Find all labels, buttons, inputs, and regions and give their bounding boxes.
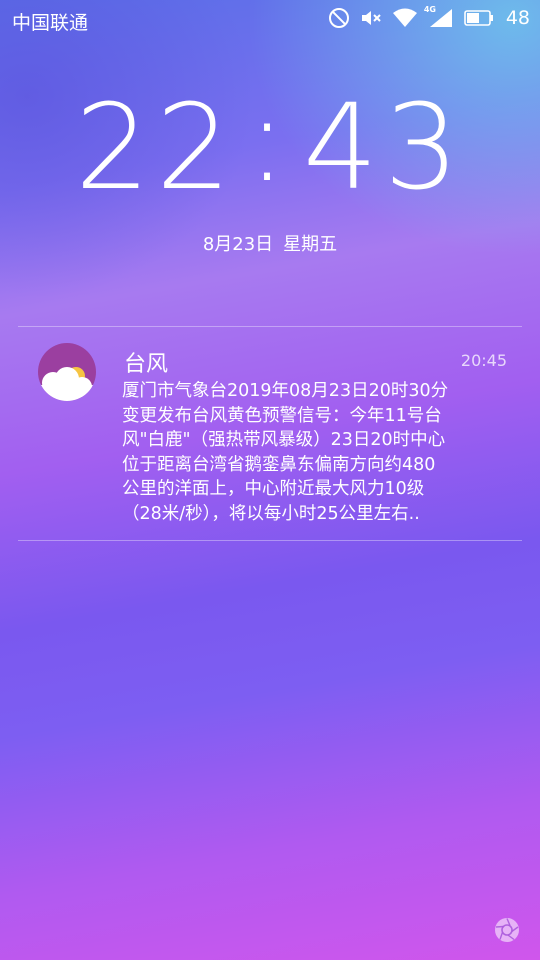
wifi-icon [392, 8, 417, 27]
date-text: 8月23日 [202, 234, 274, 255]
divider-bottom [18, 540, 522, 541]
lockscreen-date: 8月23日 星期五 [0, 230, 540, 256]
status-icons: 4G 48 [328, 5, 530, 29]
weekday-text: 星期五 [283, 234, 338, 255]
notification-body-line: 公里的洋面上，中心附近最大风力10级 [122, 479, 425, 499]
notification-time: 20:45 [460, 351, 507, 370]
battery-icon [464, 10, 493, 26]
notification-body-line: 位于距离台湾省鹅銮鼻东偏南方向约480 [122, 454, 436, 475]
signal-icon: 4G [424, 5, 454, 28]
status-bar: 中国联通 4G 48 [0, 0, 540, 38]
notification-body-line: （28米/秒），将以每小时25公里左右.. [122, 503, 420, 524]
clock-separator: : [247, 70, 293, 208]
clock-hour: 22 [74, 78, 238, 216]
weather-icon [38, 343, 96, 401]
notification-title: 台风 [124, 352, 169, 377]
mute-icon [361, 11, 381, 25]
battery-level: 48 [505, 7, 530, 29]
notification-body-line: 厦门市气象台2019年08月23日20时30分 [122, 381, 449, 401]
camera-shutter-icon[interactable] [494, 917, 520, 943]
do-not-disturb-icon [328, 8, 349, 28]
notification-body: 厦门市气象台2019年08月23日20时30分 变更发布台风黄色预警信号：今年1… [122, 379, 512, 526]
clock-minute: 43 [302, 78, 466, 216]
lockscreen-clock: 22:43 [0, 70, 540, 216]
carrier-name: 中国联通 [12, 12, 89, 34]
network-type-badge: 4G [423, 5, 436, 14]
notification-body-line: 变更发布台风黄色预警信号：今年11号台 [122, 405, 442, 426]
notification-card[interactable]: 台风 20:45 厦门市气象台2019年08月23日20时30分 变更发布台风黄… [18, 327, 522, 540]
notification-body-line: 风"白鹿"（强热带风暴级）23日20时中心 [122, 430, 446, 450]
